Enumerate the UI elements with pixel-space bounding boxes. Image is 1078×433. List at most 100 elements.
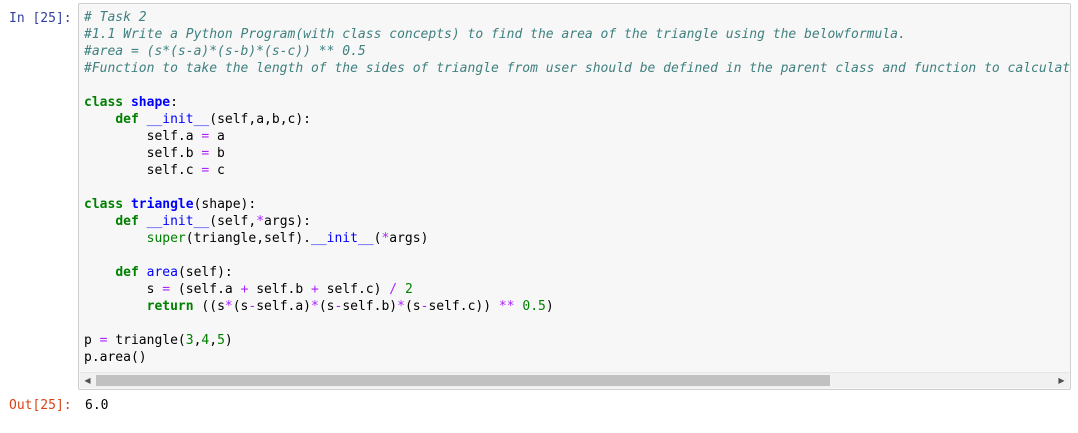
code-token: /: [389, 282, 398, 297]
code-token: class: [84, 95, 124, 110]
code-token: __init__: [311, 231, 374, 246]
code-token: __init__: [146, 214, 210, 229]
code-line: p.area(): [84, 349, 1070, 366]
code-line: class triangle(shape):: [84, 196, 1070, 213]
code-token: self.a): [256, 299, 312, 314]
code-token: super: [146, 231, 186, 246]
code-cell[interactable]: # Task 2 #1.1 Write a Python Program(with…: [78, 3, 1071, 390]
code-token: :: [170, 95, 178, 110]
code-token: b: [209, 146, 225, 161]
code-token: #1.1 Write a Python Program(with class c…: [84, 27, 906, 42]
code-token: a: [209, 129, 225, 144]
code-token: p.area(): [84, 350, 147, 365]
scrollbar-thumb[interactable]: [96, 375, 830, 386]
scroll-left-icon[interactable]: ◀: [80, 373, 95, 388]
code-line: self.a = a: [84, 128, 1070, 145]
code-token: triangle(: [107, 333, 186, 348]
code-token: args): [389, 231, 429, 246]
code-line: return ((s*(s-self.a)*(s-self.b)*(s-self…: [84, 298, 1070, 315]
code-token: (self,: [209, 214, 257, 229]
code-token: (s: [232, 299, 249, 314]
code-token: c: [209, 163, 225, 178]
code-token: area: [146, 265, 178, 280]
code-token: *: [397, 299, 405, 314]
code-token: ,: [209, 333, 218, 348]
code-line: p = triangle(3,4,5): [84, 332, 1070, 349]
code-token: (shape):: [193, 197, 257, 212]
cell-output: 6.0: [85, 398, 109, 413]
code-token: self.b): [342, 299, 398, 314]
scroll-right-icon[interactable]: ▶: [1054, 373, 1069, 388]
code-token: *: [311, 299, 319, 314]
code-token: class: [84, 197, 124, 212]
code-token: 3: [185, 333, 194, 348]
code-token: (self):: [177, 265, 233, 280]
code-line: def area(self):: [84, 264, 1070, 281]
code-token: ): [545, 299, 554, 314]
code-token: (self.a: [170, 282, 241, 297]
code-token: #Function to take the length of the side…: [84, 61, 1070, 76]
horizontal-scrollbar[interactable]: ◀ ▶: [80, 372, 1069, 388]
code-line: super(triangle,self).__init__(*args): [84, 230, 1070, 247]
code-token: self.c: [84, 163, 202, 178]
code-token: 2: [404, 282, 413, 297]
code-token: *: [224, 299, 233, 314]
code-line: s = (self.a + self.b + self.c) / 2: [84, 281, 1070, 298]
code-line: #1.1 Write a Python Program(with class c…: [84, 26, 1070, 43]
code-token: # Task 2: [84, 10, 147, 25]
code-editor[interactable]: # Task 2 #1.1 Write a Python Program(with…: [84, 9, 1070, 371]
code-token: #area = (s*(s-a)*(s-b)*(s-c)) ** 0.5: [84, 44, 366, 59]
code-token: (self,a,b,c):: [209, 112, 311, 127]
code-line: def __init__(self,*args):: [84, 213, 1070, 230]
code-line: # Task 2: [84, 9, 1070, 26]
code-token: triangle: [130, 197, 194, 212]
code-token: (triangle,self).: [185, 231, 311, 246]
code-token: (s: [404, 299, 421, 314]
code-token: __init__: [146, 112, 210, 127]
code-line: self.c = c: [84, 162, 1070, 179]
code-token: =: [162, 282, 171, 297]
code-token: self.c): [318, 282, 390, 297]
code-line: def __init__(self,a,b,c):: [84, 111, 1070, 128]
code-token: shape: [130, 95, 171, 110]
output-prompt: Out[25]:: [9, 398, 72, 413]
code-token: p: [84, 333, 100, 348]
code-token: self.b: [84, 146, 202, 161]
code-token: ): [224, 333, 233, 348]
code-token: self.c)): [428, 299, 499, 314]
code-token: s: [84, 282, 163, 297]
code-token: self.a: [84, 129, 202, 144]
code-line: self.b = b: [84, 145, 1070, 162]
code-token: **: [498, 299, 515, 314]
input-prompt: In [25]:: [9, 11, 72, 26]
code-token: def: [115, 214, 139, 229]
code-token: (s: [318, 299, 335, 314]
code-token: +: [311, 282, 319, 297]
code-token: 5: [217, 333, 225, 348]
code-token: def: [115, 112, 139, 127]
code-token: def: [115, 265, 139, 280]
code-token: args):: [264, 214, 312, 229]
code-token: return: [146, 299, 194, 314]
code-line: class shape:: [84, 94, 1070, 111]
code-token: self.b: [248, 282, 312, 297]
code-line: #area = (s*(s-a)*(s-b)*(s-c)) ** 0.5: [84, 43, 1070, 60]
code-token: 0.5: [522, 299, 546, 314]
code-line: #Function to take the length of the side…: [84, 60, 1070, 77]
code-token: ((s: [193, 299, 225, 314]
